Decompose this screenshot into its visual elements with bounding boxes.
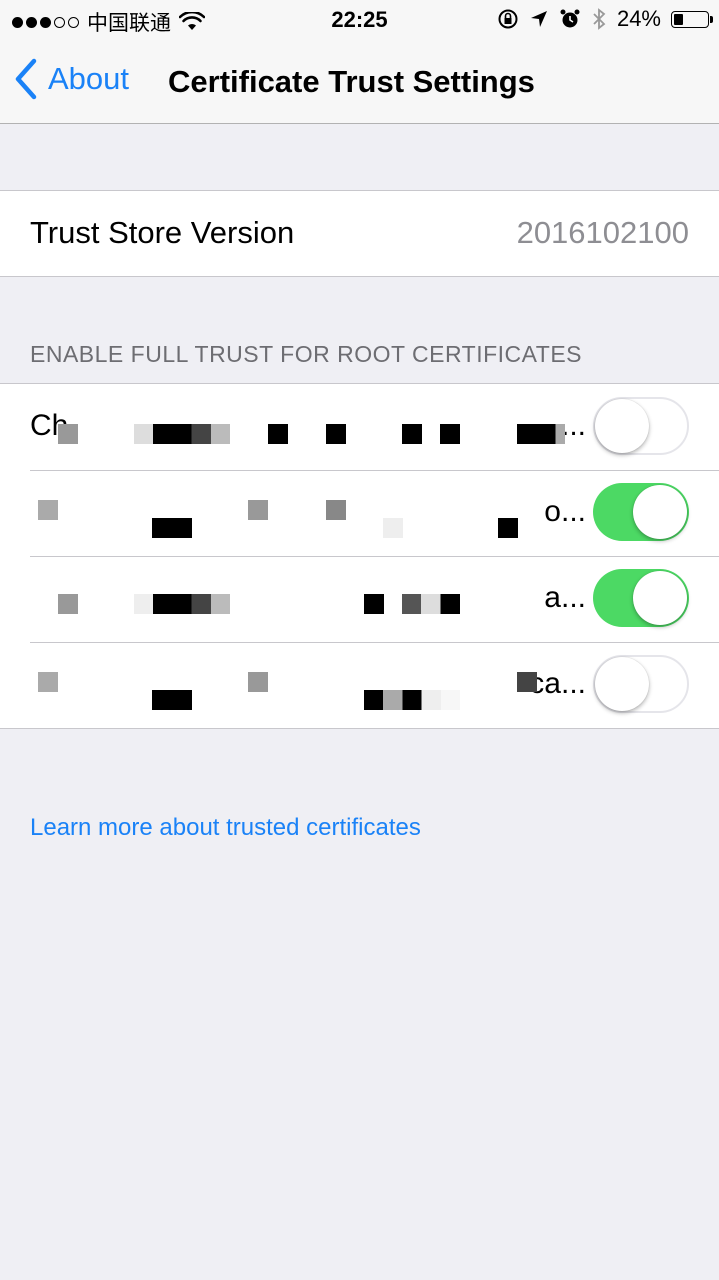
redaction <box>326 500 346 520</box>
redaction <box>248 500 268 520</box>
list-item: Ch ... <box>0 384 719 470</box>
back-label: About <box>48 61 130 96</box>
certificate-toggle[interactable] <box>593 569 689 627</box>
list-item: ca... <box>0 642 719 728</box>
trust-store-row: Trust Store Version 2016102100 <box>0 191 719 276</box>
redaction <box>152 690 192 710</box>
redaction <box>402 594 460 614</box>
certificate-toggle[interactable] <box>593 483 689 541</box>
status-bar: 中国联通 22:25 24% <box>0 0 719 40</box>
trust-store-group: Trust Store Version 2016102100 <box>0 190 719 277</box>
redaction <box>58 424 78 444</box>
redaction <box>38 500 58 520</box>
rotation-lock-icon <box>498 9 518 29</box>
list-item: o... <box>0 470 719 556</box>
redaction <box>364 594 384 614</box>
redaction <box>383 518 403 538</box>
bluetooth-icon <box>593 8 606 30</box>
redaction <box>152 518 192 538</box>
redaction <box>402 424 422 444</box>
certificate-name: ca... <box>30 667 586 701</box>
toggle-knob <box>595 399 649 453</box>
certificate-name-end: o... <box>544 495 586 528</box>
redaction <box>58 594 78 614</box>
navigation-bar: About Certificate Trust Settings <box>0 40 719 124</box>
redaction <box>326 424 346 444</box>
certificate-name: a... <box>30 581 586 615</box>
learn-more-link[interactable]: Learn more about trusted certificates <box>30 814 421 842</box>
chevron-left-icon <box>15 58 37 100</box>
redaction <box>248 672 268 692</box>
certificate-toggle[interactable] <box>593 655 689 713</box>
battery-percent: 24% <box>616 6 661 31</box>
toggle-knob <box>595 657 649 711</box>
alarm-icon <box>560 9 580 28</box>
list-item: a... <box>0 556 719 642</box>
toggle-knob <box>633 571 687 625</box>
certificate-toggle[interactable] <box>593 397 689 455</box>
status-right: 24% <box>497 6 713 32</box>
redaction <box>38 672 58 692</box>
battery-icon <box>671 10 713 28</box>
redaction <box>134 594 230 614</box>
toggle-knob <box>633 485 687 539</box>
page-title: Certificate Trust Settings <box>168 64 535 99</box>
section-header: ENABLE FULL TRUST FOR ROOT CERTIFICATES <box>30 341 583 367</box>
trust-store-label: Trust Store Version <box>30 215 295 250</box>
trust-store-value: 2016102100 <box>516 215 689 250</box>
certificate-name: Ch ... <box>30 409 586 443</box>
redaction <box>440 424 460 444</box>
redaction <box>134 424 230 444</box>
redaction <box>517 672 537 692</box>
certificate-name-end: ca... <box>529 667 586 700</box>
back-button[interactable]: About <box>14 58 129 100</box>
redaction <box>517 424 565 444</box>
redaction <box>498 518 518 538</box>
redaction <box>364 690 460 710</box>
certificate-name-end: a... <box>544 581 586 614</box>
redaction <box>268 424 288 444</box>
location-icon <box>530 11 547 27</box>
certificate-list: Ch ... o... a... ca... <box>0 383 719 729</box>
